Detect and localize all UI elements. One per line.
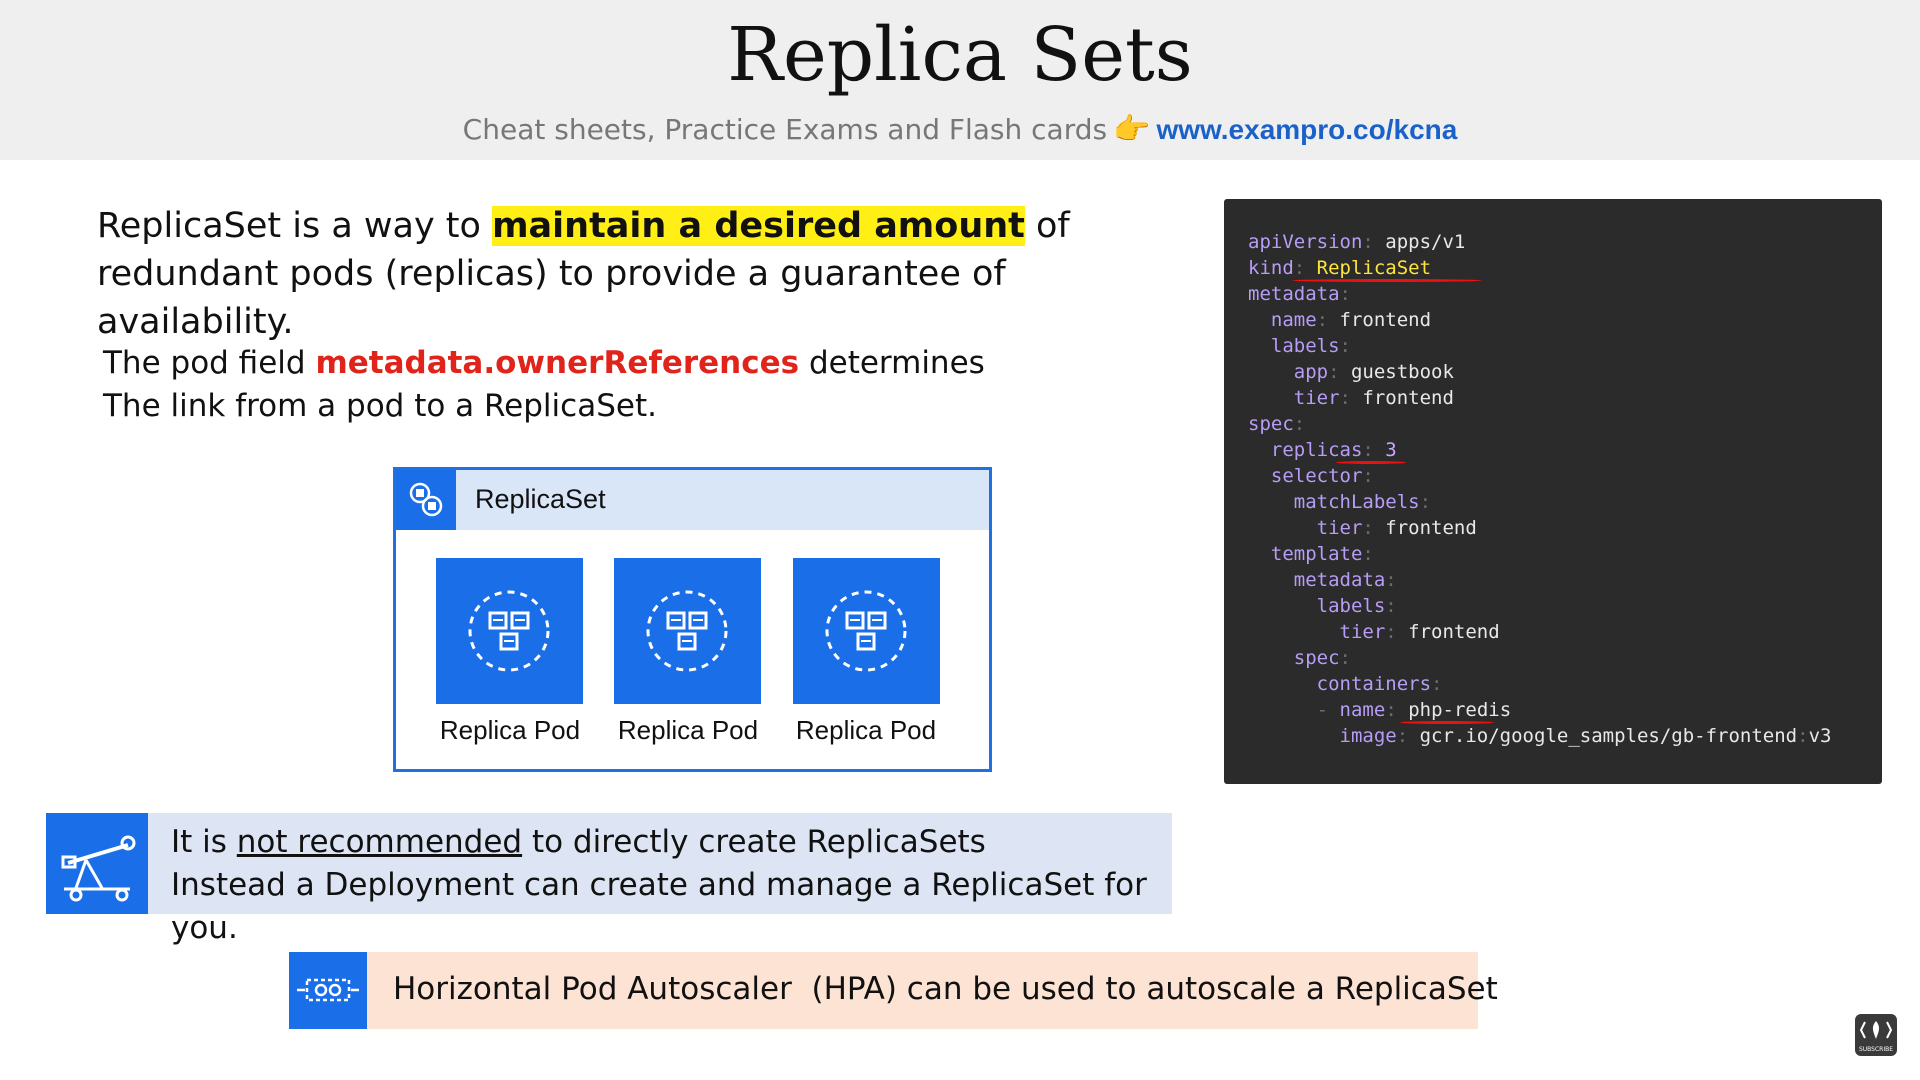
owner-line-1: The pod field metadata.ownerReferences d… (103, 342, 1103, 385)
subscribe-logo-icon[interactable]: SUBSCRIBE (1855, 1014, 1897, 1056)
code-line-app: app: guestbook (1293, 361, 1454, 383)
owner-references-paragraph: The pod field metadata.ownerReferences d… (103, 342, 1103, 428)
intro-paragraph: ReplicaSet is a way to maintain a desire… (97, 202, 1167, 346)
code-line-spec: spec: (1293, 647, 1351, 669)
owner-before: The pod field (103, 345, 316, 381)
intro-before: ReplicaSet is a way to (97, 206, 493, 246)
replica-pod-icon (793, 558, 940, 704)
replica-pod-icon (614, 558, 761, 704)
php-redis-underline (1400, 721, 1494, 724)
code-line-name: name: frontend (1270, 309, 1432, 331)
replicaset-icon (396, 470, 456, 530)
pod-label: Replica Pod (439, 715, 581, 745)
catapult-icon (46, 813, 148, 914)
code-line-metadata: metadata: (1293, 569, 1397, 591)
pod-label: Replica Pod (795, 715, 937, 745)
code-line-labels: labels: (1316, 595, 1397, 617)
code-line-replicas: replicas: 3 (1270, 439, 1397, 461)
code-line-kind: kind: ReplicaSet (1248, 257, 1432, 279)
hpa-callout: Horizontal Pod Autoscaler (HPA) can be u… (289, 952, 1498, 1029)
code-line-apiversion: apiVersion: apps/v1 (1248, 231, 1466, 253)
code-line-tier: tier: frontend (1339, 621, 1500, 643)
hpa-text: Horizontal Pod Autoscaler (HPA) can be u… (393, 971, 1498, 1007)
code-line-tier: tier: frontend (1293, 387, 1454, 409)
code-line-labels: labels: (1270, 335, 1351, 357)
note1-text: It is not recommended to directly create… (171, 821, 1172, 950)
replicas-underline (1336, 461, 1406, 464)
subtitle-text: Cheat sheets, Practice Exams and Flash c… (462, 113, 1108, 146)
not-recommended-callout: It is not recommended to directly create… (46, 813, 1172, 946)
intro-highlight: maintain a desired amount (492, 206, 1025, 246)
note1-line-1: It is not recommended to directly create… (171, 824, 986, 860)
subtitle: Cheat sheets, Practice Exams and Flash c… (0, 112, 1920, 147)
code-line-tier: tier: frontend (1316, 517, 1477, 539)
exampro-link[interactable]: www.exampro.co/kcna (1156, 114, 1457, 145)
code-line-matchlabels: matchLabels: (1293, 491, 1432, 513)
owner-field: metadata.ownerReferences (315, 345, 800, 381)
owner-after: determines (799, 345, 985, 381)
replicaset-label: ReplicaSet (475, 484, 606, 514)
code-line-template: template: (1270, 543, 1374, 565)
header-band: Replica Sets Cheat sheets, Practice Exam… (0, 0, 1920, 160)
kind-underline (1292, 279, 1482, 282)
code-line-image: image: gcr.io/google_samples/gb-frontend… (1339, 725, 1832, 747)
code-line-spec: spec: (1248, 413, 1306, 435)
subscribe-label: SUBSCRIBE (1858, 1046, 1894, 1053)
pointing-hand-icon: 👉 (1113, 112, 1151, 147)
yaml-code-panel: apiVersion: apps/v1 kind: ReplicaSet met… (1224, 199, 1882, 784)
note1-line-2: Instead a Deployment can create and mana… (171, 867, 1147, 946)
code-line-containers: containers: (1316, 673, 1443, 695)
autoscaler-icon (289, 952, 367, 1029)
code-line-metadata: metadata: (1248, 283, 1351, 305)
replicaset-header: ReplicaSet (396, 470, 989, 530)
page-title: Replica Sets (727, 12, 1193, 98)
replicaset-diagram: ReplicaSet Replica Pod Replica Pod Repli… (393, 467, 992, 772)
code-line-selector: selector: (1270, 465, 1374, 487)
owner-line-2: The link from a pod to a ReplicaSet. (103, 388, 657, 424)
not-recommended-underline: not recommended (236, 824, 523, 860)
pod-label: Replica Pod (617, 715, 759, 745)
code-line-container-name: - name: php-redis (1316, 699, 1512, 721)
replica-pod-icon (436, 558, 583, 704)
